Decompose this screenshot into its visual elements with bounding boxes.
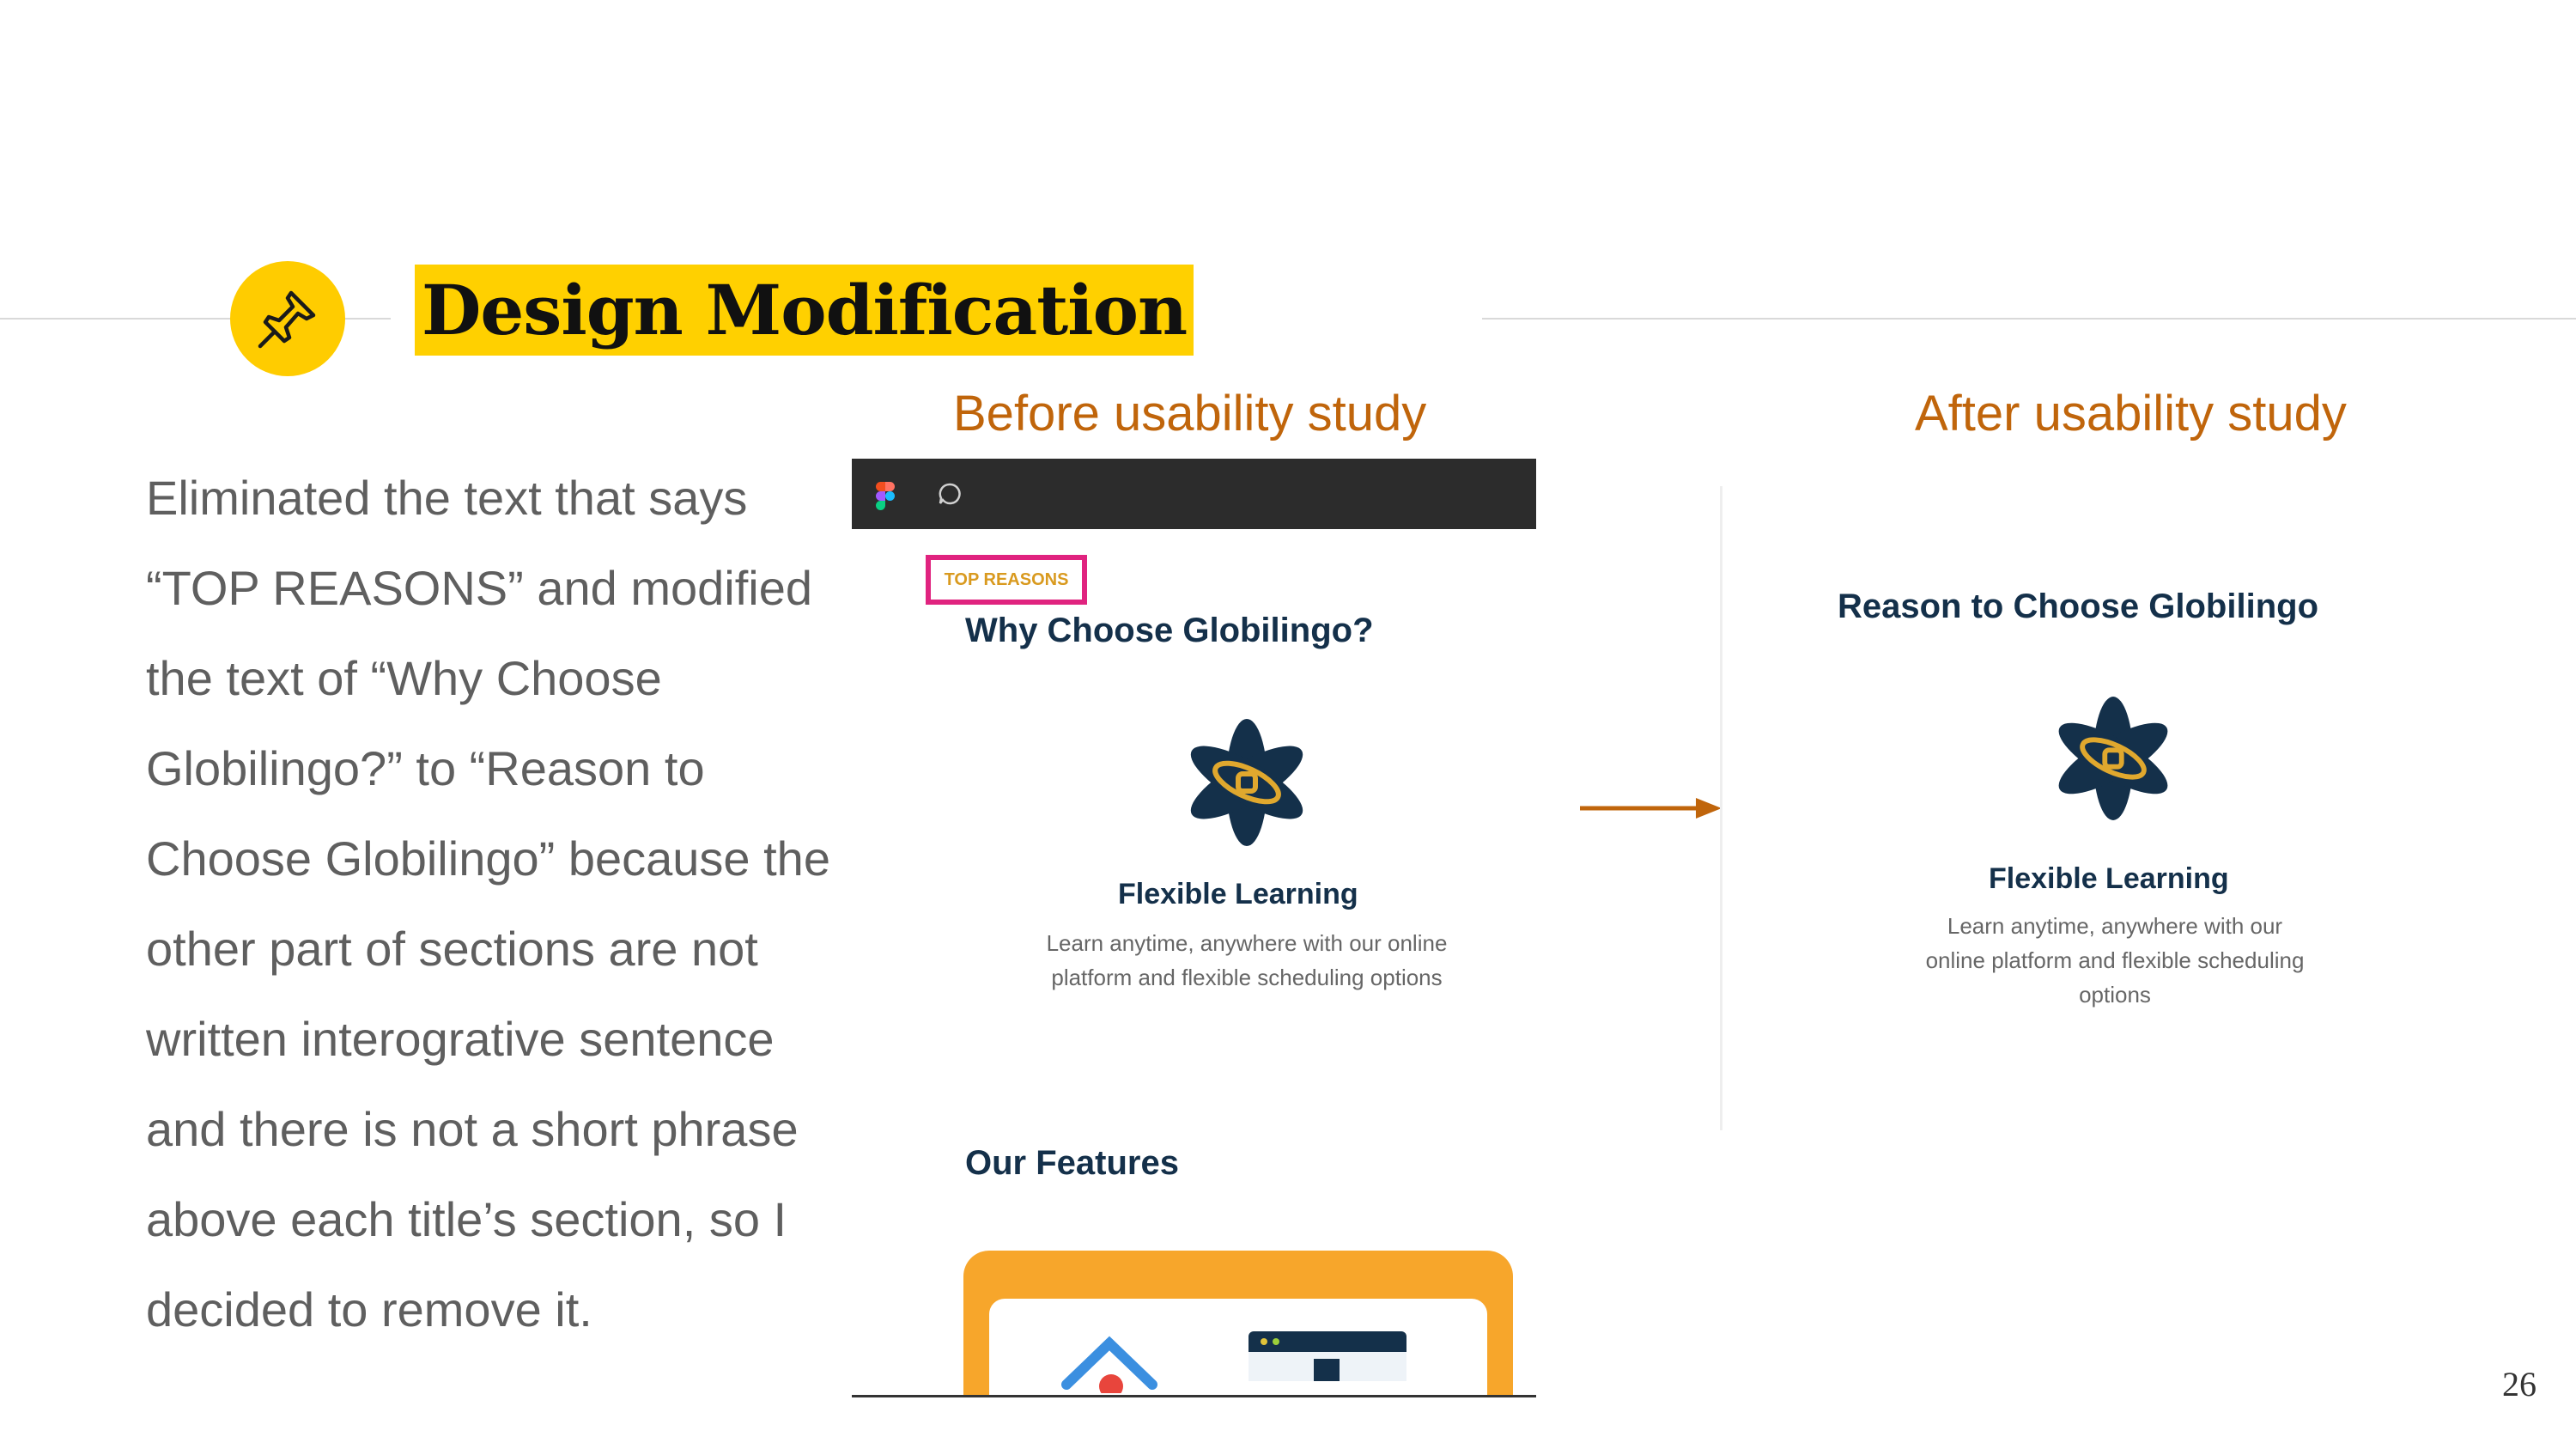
slide-title: Design Modification	[422, 270, 1188, 350]
before-section-heading: Why Choose Globilingo?	[965, 612, 1374, 649]
page-number: 26	[2502, 1365, 2537, 1403]
after-feature-title: Flexible Learning	[1989, 862, 2229, 895]
after-screenshot: Reason to Choose Globilingo Flexible Lea…	[1720, 486, 2409, 1130]
features-card-inner	[989, 1299, 1487, 1395]
top-reasons-tag: TOP REASONS	[944, 569, 1069, 589]
pin-badge	[230, 261, 345, 376]
figma-logo-icon	[876, 482, 895, 510]
top-reasons-highlight: TOP REASONS	[926, 555, 1087, 605]
before-screenshot: TOP REASONS Why Choose Globilingo? Flexi…	[852, 459, 1536, 1397]
home-icon	[1061, 1336, 1157, 1393]
before-feature-title: Flexible Learning	[1118, 878, 1358, 910]
pushpin-icon	[258, 290, 316, 349]
figma-toolbar	[852, 459, 1536, 529]
comment-icon[interactable]	[938, 482, 962, 506]
atom-icon	[1190, 719, 1303, 846]
our-features-heading: Our Features	[965, 1144, 1179, 1182]
body-paragraph: Eliminated the text that says “TOP REASO…	[146, 471, 830, 1336]
before-feature-desc: Learn anytime, anywhere with our online …	[1046, 930, 1448, 990]
atom-icon	[2058, 697, 2168, 820]
caption-after: After usability study	[1915, 386, 2347, 441]
header-rule-right	[1482, 318, 2576, 320]
after-section-heading: Reason to Choose Globilingo	[1838, 588, 2318, 625]
slide-title-highlight: Design Modification	[415, 265, 1194, 356]
caption-before: Before usability study	[953, 386, 1427, 441]
arrow-right-icon	[1580, 798, 1722, 819]
window-icon	[1249, 1331, 1406, 1381]
after-feature-desc: Learn anytime, anywhere with our online …	[1925, 913, 2305, 1008]
